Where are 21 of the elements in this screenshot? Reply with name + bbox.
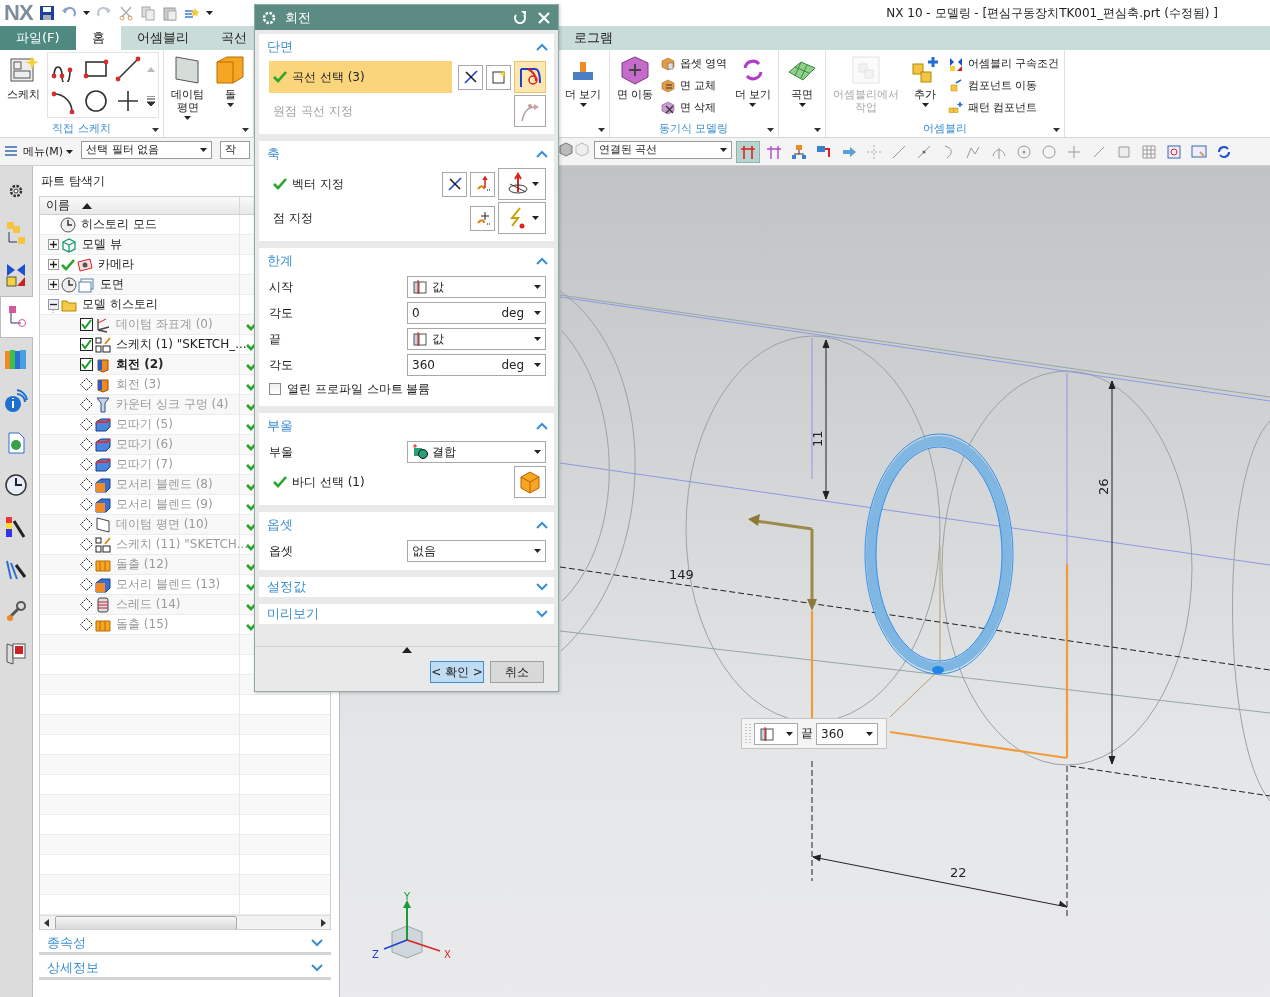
field-label: 각도 <box>269 356 294 374</box>
field-label: 각도 <box>269 304 294 322</box>
axis-label: X <box>444 949 451 960</box>
axis-label: Y <box>404 892 411 902</box>
panel-title: 파트 탐색기 <box>40 172 105 190</box>
dialog-title: 회전 <box>285 8 311 27</box>
field-label: 부울 <box>269 443 294 461</box>
dimension-label: 26 <box>1096 478 1111 495</box>
group-label: 직접 스케치 <box>52 121 111 137</box>
dimension-label: 11 <box>810 430 825 447</box>
field-label: 끝 <box>801 725 813 742</box>
field-label: 끝 <box>269 330 282 348</box>
group-label: 어셈블리 <box>922 121 967 137</box>
dimension-label: 149 <box>669 567 694 582</box>
field-label: 시작 <box>269 278 294 296</box>
window-title: NX 10 - 모델링 - [편심구동장치TK001_편심축.prt (수정됨) ] <box>886 4 1218 22</box>
field-label: 옵셋 <box>269 542 294 560</box>
group-label: 동기식 모델링 <box>659 121 729 137</box>
axis-label: Z <box>372 949 379 960</box>
app-logo: NX <box>4 0 33 26</box>
dimension-label: 22 <box>950 865 967 880</box>
